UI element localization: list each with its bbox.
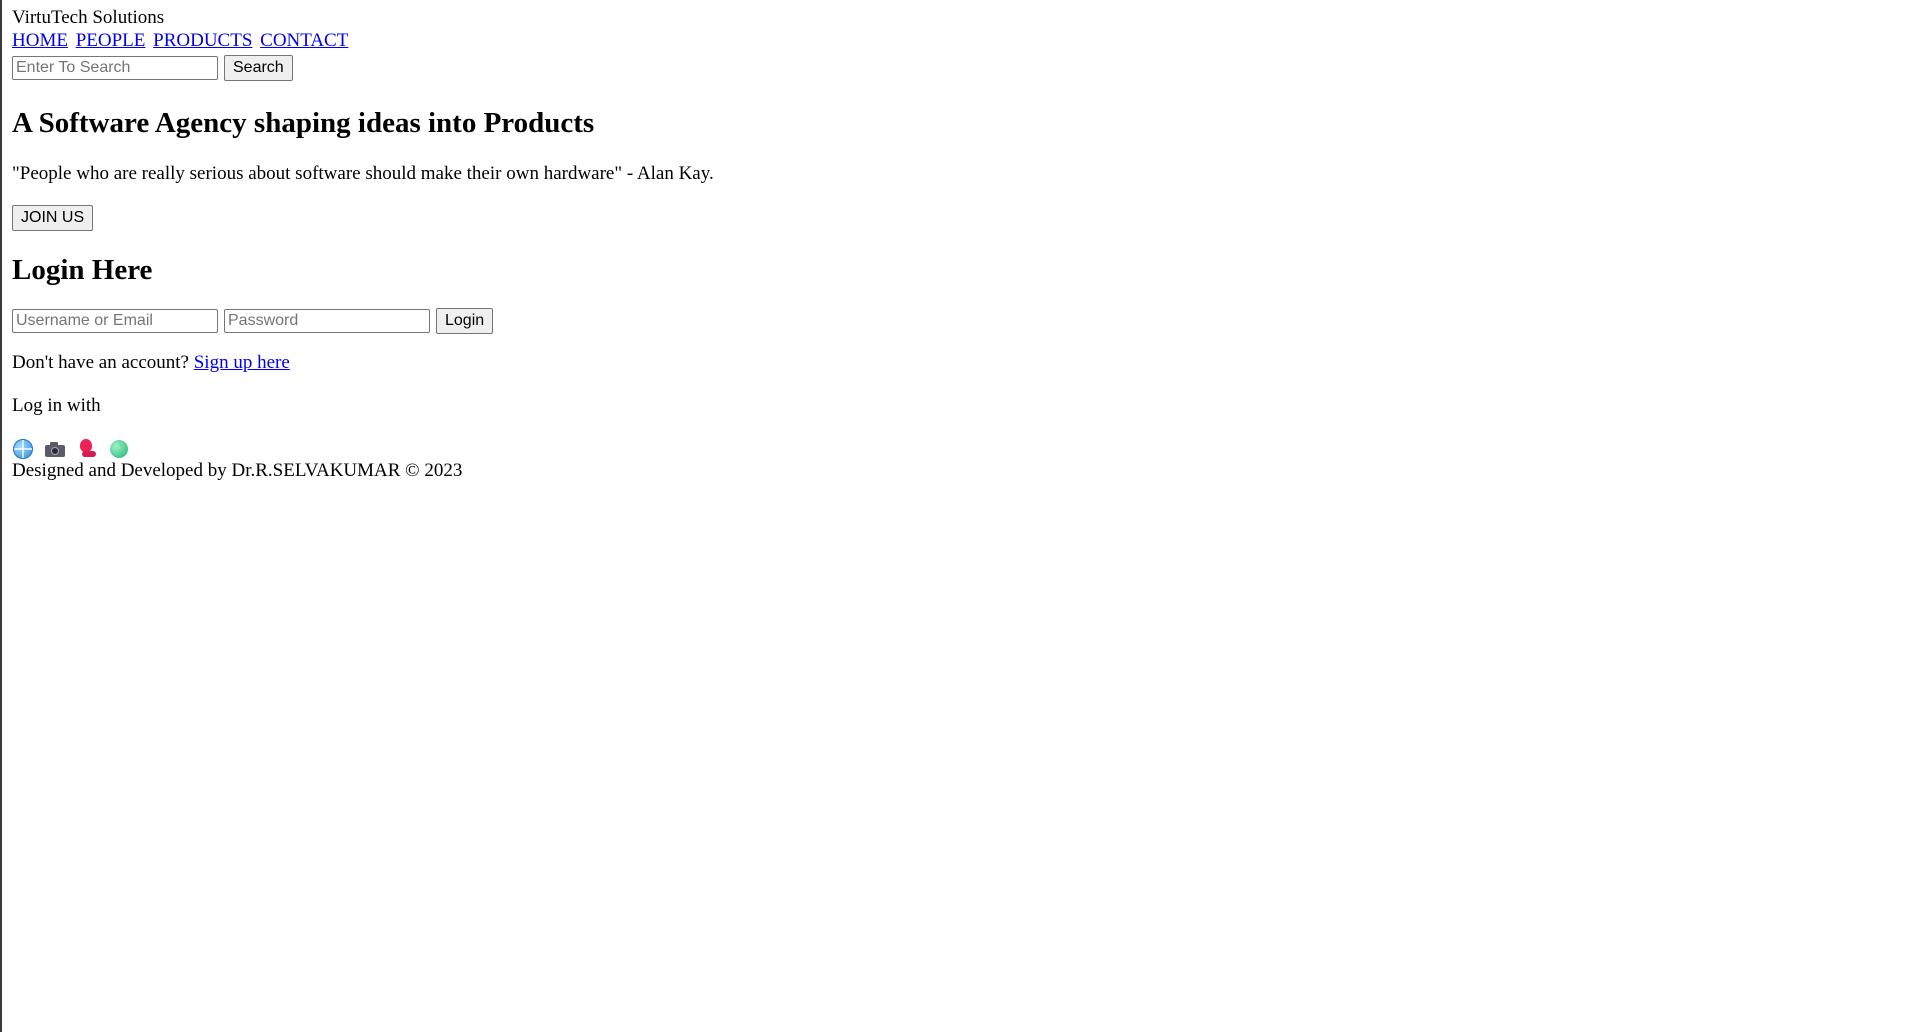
page-content: VirtuTech Solutions HOME PEOPLE PRODUCTS… bbox=[12, 6, 1908, 482]
signup-link[interactable]: Sign up here bbox=[194, 352, 290, 373]
search-button[interactable]: Search bbox=[224, 55, 293, 81]
signup-prompt: Don't have an account? Sign up here bbox=[12, 351, 1908, 374]
globe-icon[interactable] bbox=[12, 437, 34, 460]
nav-link-home[interactable]: HOME bbox=[12, 30, 68, 51]
login-with-label: Log in with bbox=[12, 395, 101, 416]
green-ball-icon[interactable] bbox=[108, 437, 130, 459]
search-input[interactable] bbox=[12, 56, 218, 80]
hero-quote: "People who are really serious about sof… bbox=[12, 163, 714, 184]
window-left-border bbox=[0, 0, 2, 1032]
nav-link-products[interactable]: PRODUCTS bbox=[153, 30, 252, 51]
search-bar: Search bbox=[12, 54, 1908, 82]
login-button[interactable]: Login bbox=[436, 308, 494, 334]
social-login-icons bbox=[12, 437, 1908, 460]
nav-link-contact[interactable]: CONTACT bbox=[260, 30, 348, 51]
username-field[interactable] bbox=[12, 309, 218, 333]
hero-title: A Software Agency shaping ideas into Pro… bbox=[12, 107, 595, 139]
camera-icon[interactable] bbox=[44, 437, 66, 459]
login-form: Login bbox=[12, 307, 1908, 335]
brand-name: VirtuTech Solutions bbox=[12, 7, 165, 28]
join-row: JOIN US bbox=[12, 205, 1908, 231]
login-title: Login Here bbox=[12, 254, 153, 286]
nav-link-people[interactable]: PEOPLE bbox=[76, 30, 146, 51]
signup-prompt-text: Don't have an account? bbox=[12, 352, 189, 373]
main-nav: HOME PEOPLE PRODUCTS CONTACT bbox=[12, 29, 1908, 52]
pin-icon[interactable] bbox=[76, 437, 98, 459]
password-field[interactable] bbox=[224, 309, 430, 333]
footer-credit: Designed and Developed by Dr.R.SELVAKUMA… bbox=[12, 460, 463, 481]
join-us-button[interactable]: JOIN US bbox=[12, 205, 94, 231]
